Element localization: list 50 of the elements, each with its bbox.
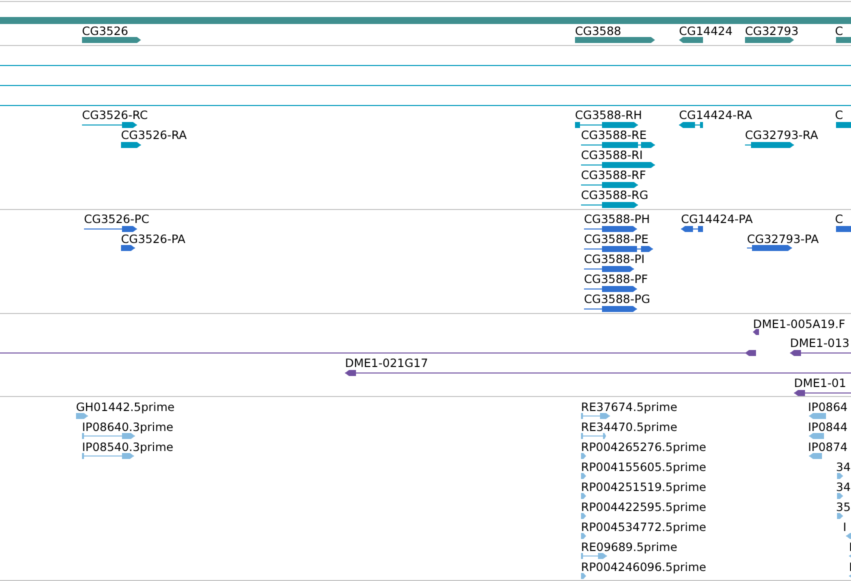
feature-label: CG32793-RA (745, 128, 818, 142)
feature-label: RP004422595.5prime (581, 500, 706, 514)
feature-label: 34 (836, 480, 851, 494)
feature-label: DME1-005A19.F (753, 317, 846, 331)
feature-label: CG3588-RG (581, 188, 648, 202)
feature-label: IP08640.3prime (82, 420, 174, 434)
feature-label: IP0874 (808, 440, 848, 454)
feature-label: RP004246096.5prime (581, 560, 706, 574)
feature-label: CG3588-PF (584, 272, 648, 286)
feature-label: CG3588-RE (581, 128, 647, 142)
feature-label: CG3526-RA (121, 128, 187, 142)
feature-label: C (835, 24, 844, 38)
feature-label: 35 (836, 500, 851, 514)
feature-label: CG3588-PI (584, 252, 645, 266)
feature-label: I (849, 560, 851, 574)
feature-label: DME1-013 (790, 336, 850, 350)
feature-label: C (835, 108, 844, 122)
feature-label: CG3588-PH (584, 212, 650, 226)
feature-label: CG32793 (745, 24, 799, 38)
feature-label: RP004155605.5prime (581, 460, 706, 474)
feature-label: CG3588 (575, 24, 622, 38)
feature-label: CG32793-PA (747, 232, 819, 246)
feature-label: RP004251519.5prime (581, 480, 706, 494)
feature-label: RE37674.5prime (581, 400, 678, 414)
feature-label: C (835, 212, 844, 226)
feature-label: CG3526 (82, 24, 128, 38)
feature-label: CG3526-RC (82, 108, 148, 122)
feature-label: CG14424-RA (679, 108, 752, 122)
feature-label: 34 (836, 460, 851, 474)
feature-label: IP0844 (808, 420, 848, 434)
feature-label: GH01442.5prime (76, 400, 175, 414)
feature-label: I (843, 520, 846, 534)
feature-label: CG3588-RH (575, 108, 642, 122)
feature-label: IP0864 (808, 400, 848, 414)
feature-label: CG3588-PG (584, 292, 650, 306)
feature-label: CG3588-RF (581, 168, 646, 182)
feature-label: CG3588-RI (581, 148, 643, 162)
feature-label: DME1-021G17 (345, 356, 428, 370)
feature-label: RP004534772.5prime (581, 520, 706, 534)
feature-label: DME1-01 (794, 376, 846, 390)
feature-label: RP004265276.5prime (581, 440, 706, 454)
feature-label: RE09689.5prime (581, 540, 678, 554)
feature-label: CG3588-PE (584, 232, 649, 246)
feature-label: CG14424 (679, 24, 733, 38)
feature-label: CG3526-PC (84, 212, 150, 226)
feature-label: RE34470.5prime (581, 420, 678, 434)
feature-label: CG3526-PA (121, 232, 186, 246)
feature-label: I (849, 540, 851, 554)
feature-label: IP08540.3prime (82, 440, 174, 454)
feature-label: CG14424-PA (681, 212, 753, 226)
